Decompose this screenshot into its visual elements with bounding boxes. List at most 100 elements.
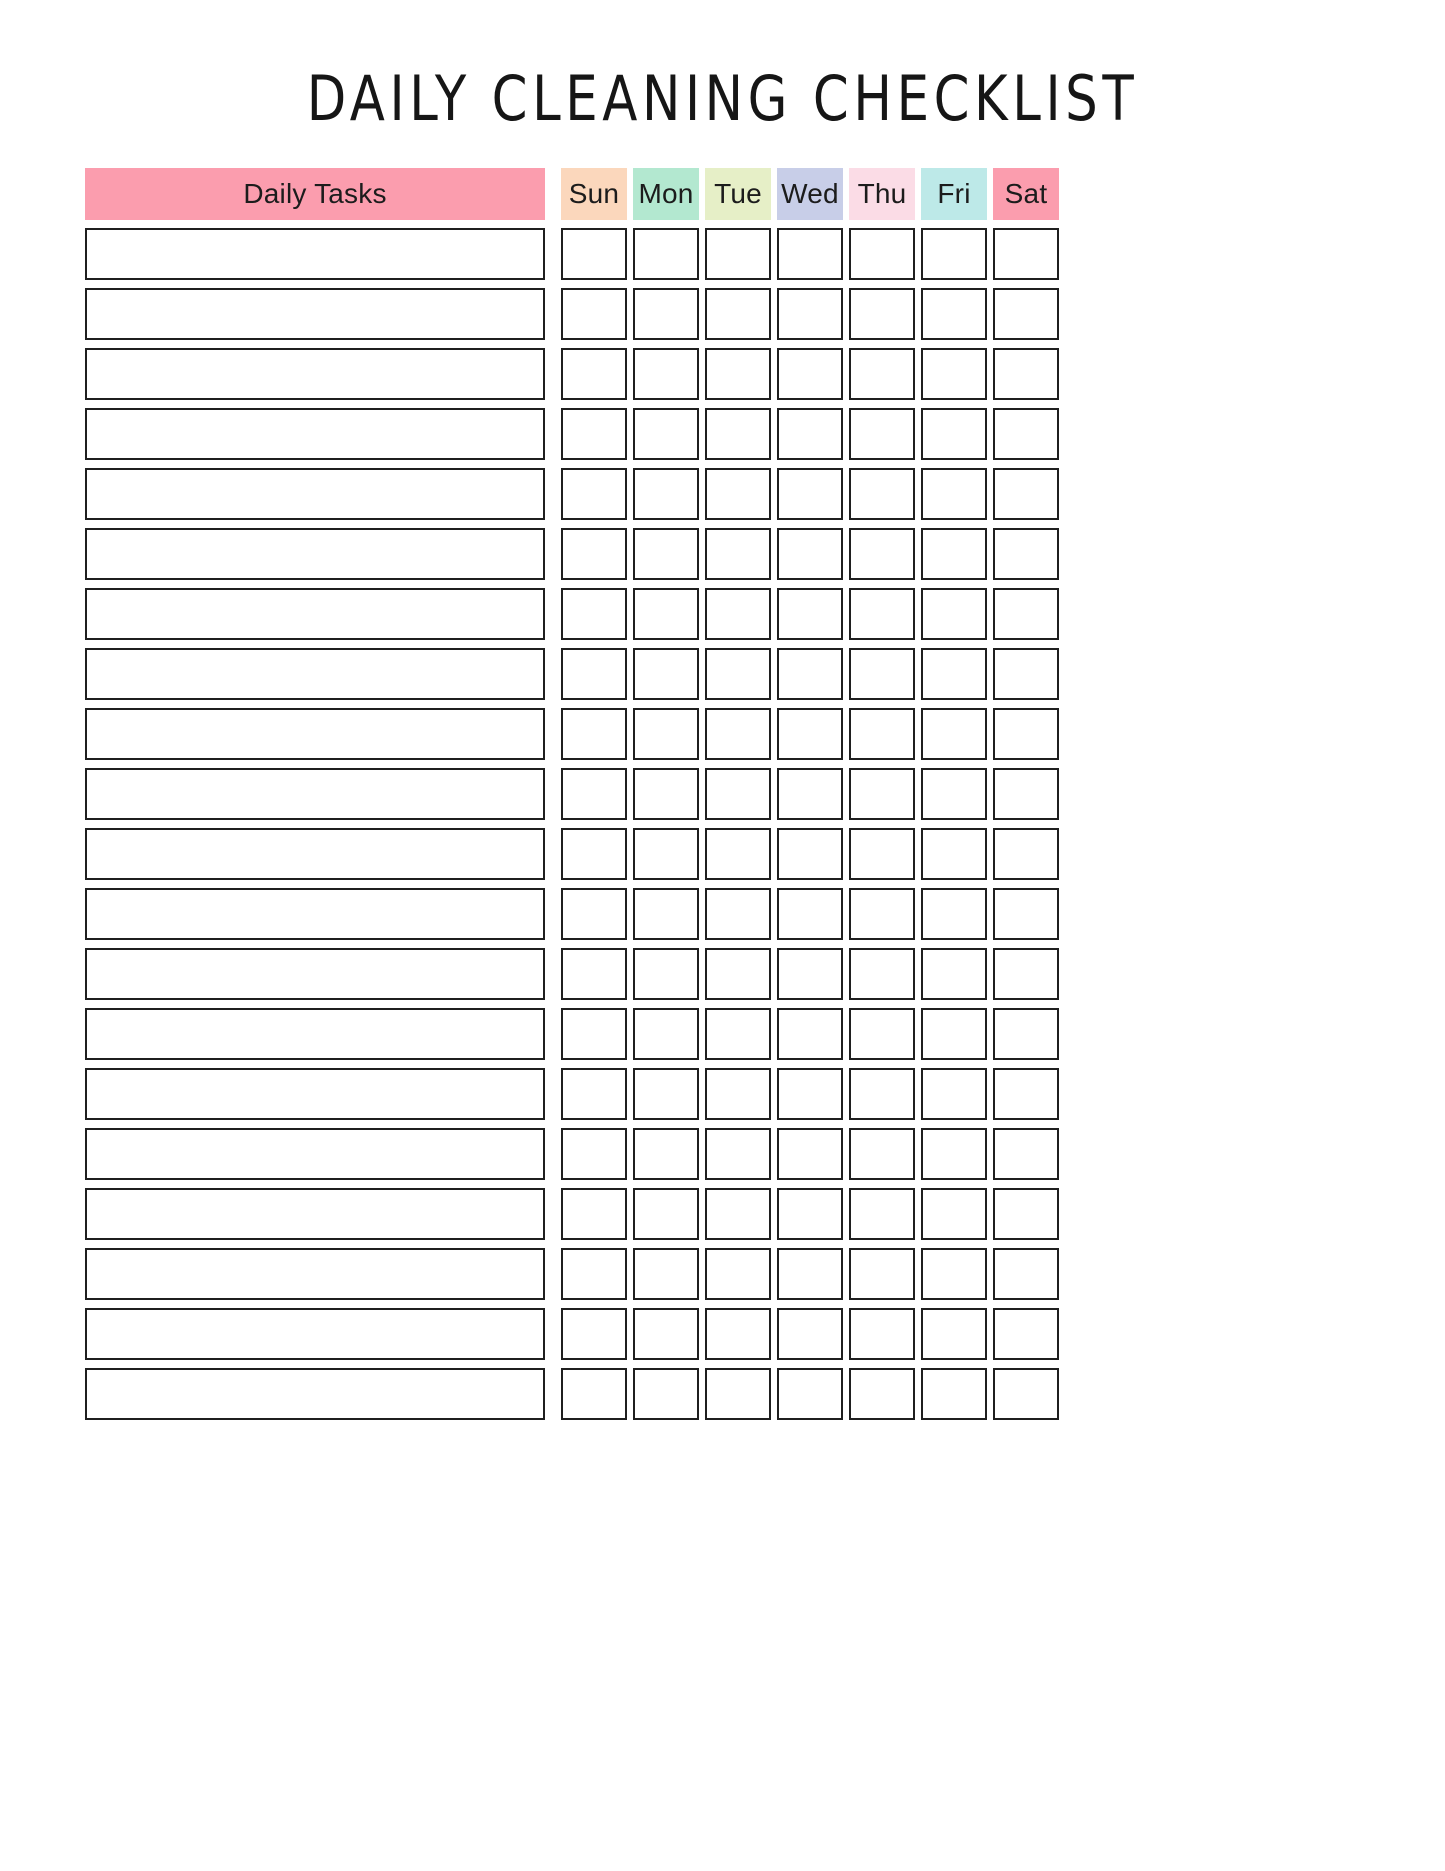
checkbox-cell-sat-row-3[interactable]	[993, 348, 1059, 400]
checkbox-cell-tue-row-1[interactable]	[705, 228, 771, 280]
checkbox-cell-sun-row-15[interactable]	[561, 1068, 627, 1120]
checkbox-cell-mon-row-20[interactable]	[633, 1368, 699, 1420]
checkbox-cell-fri-row-7[interactable]	[921, 588, 987, 640]
checkbox-cell-sat-row-4[interactable]	[993, 408, 1059, 460]
checkbox-cell-wed-row-7[interactable]	[777, 588, 843, 640]
checkbox-cell-tue-row-12[interactable]	[705, 888, 771, 940]
checkbox-cell-wed-row-19[interactable]	[777, 1308, 843, 1360]
checkbox-cell-fri-row-5[interactable]	[921, 468, 987, 520]
checkbox-cell-tue-row-5[interactable]	[705, 468, 771, 520]
checkbox-cell-thu-row-7[interactable]	[849, 588, 915, 640]
task-input-row-5[interactable]	[85, 468, 545, 520]
checkbox-cell-tue-row-18[interactable]	[705, 1248, 771, 1300]
checkbox-cell-tue-row-7[interactable]	[705, 588, 771, 640]
task-input-row-4[interactable]	[85, 408, 545, 460]
checkbox-cell-fri-row-12[interactable]	[921, 888, 987, 940]
checkbox-cell-fri-row-16[interactable]	[921, 1128, 987, 1180]
checkbox-cell-fri-row-6[interactable]	[921, 528, 987, 580]
checkbox-cell-tue-row-10[interactable]	[705, 768, 771, 820]
checkbox-cell-thu-row-4[interactable]	[849, 408, 915, 460]
checkbox-cell-tue-row-14[interactable]	[705, 1008, 771, 1060]
task-input-row-13[interactable]	[85, 948, 545, 1000]
checkbox-cell-thu-row-15[interactable]	[849, 1068, 915, 1120]
checkbox-cell-tue-row-20[interactable]	[705, 1368, 771, 1420]
checkbox-cell-fri-row-3[interactable]	[921, 348, 987, 400]
checkbox-cell-mon-row-7[interactable]	[633, 588, 699, 640]
checkbox-cell-wed-row-13[interactable]	[777, 948, 843, 1000]
checkbox-cell-sun-row-10[interactable]	[561, 768, 627, 820]
checkbox-cell-thu-row-13[interactable]	[849, 948, 915, 1000]
checkbox-cell-sun-row-20[interactable]	[561, 1368, 627, 1420]
checkbox-cell-sun-row-8[interactable]	[561, 648, 627, 700]
checkbox-cell-sun-row-19[interactable]	[561, 1308, 627, 1360]
checkbox-cell-sat-row-12[interactable]	[993, 888, 1059, 940]
checkbox-cell-sat-row-11[interactable]	[993, 828, 1059, 880]
checkbox-cell-thu-row-5[interactable]	[849, 468, 915, 520]
task-input-row-20[interactable]	[85, 1368, 545, 1420]
checkbox-cell-sat-row-1[interactable]	[993, 228, 1059, 280]
checkbox-cell-sat-row-20[interactable]	[993, 1368, 1059, 1420]
checkbox-cell-thu-row-14[interactable]	[849, 1008, 915, 1060]
checkbox-cell-wed-row-5[interactable]	[777, 468, 843, 520]
checkbox-cell-tue-row-17[interactable]	[705, 1188, 771, 1240]
task-input-row-7[interactable]	[85, 588, 545, 640]
checkbox-cell-fri-row-2[interactable]	[921, 288, 987, 340]
checkbox-cell-sun-row-1[interactable]	[561, 228, 627, 280]
checkbox-cell-fri-row-13[interactable]	[921, 948, 987, 1000]
checkbox-cell-mon-row-9[interactable]	[633, 708, 699, 760]
checkbox-cell-thu-row-16[interactable]	[849, 1128, 915, 1180]
checkbox-cell-sun-row-4[interactable]	[561, 408, 627, 460]
checkbox-cell-fri-row-11[interactable]	[921, 828, 987, 880]
checkbox-cell-wed-row-10[interactable]	[777, 768, 843, 820]
checkbox-cell-wed-row-9[interactable]	[777, 708, 843, 760]
task-input-row-11[interactable]	[85, 828, 545, 880]
checkbox-cell-sat-row-8[interactable]	[993, 648, 1059, 700]
checkbox-cell-wed-row-18[interactable]	[777, 1248, 843, 1300]
task-input-row-8[interactable]	[85, 648, 545, 700]
checkbox-cell-fri-row-17[interactable]	[921, 1188, 987, 1240]
checkbox-cell-tue-row-15[interactable]	[705, 1068, 771, 1120]
checkbox-cell-sun-row-17[interactable]	[561, 1188, 627, 1240]
checkbox-cell-thu-row-8[interactable]	[849, 648, 915, 700]
checkbox-cell-mon-row-3[interactable]	[633, 348, 699, 400]
checkbox-cell-wed-row-6[interactable]	[777, 528, 843, 580]
checkbox-cell-mon-row-15[interactable]	[633, 1068, 699, 1120]
checkbox-cell-fri-row-20[interactable]	[921, 1368, 987, 1420]
checkbox-cell-thu-row-9[interactable]	[849, 708, 915, 760]
checkbox-cell-tue-row-3[interactable]	[705, 348, 771, 400]
checkbox-cell-tue-row-9[interactable]	[705, 708, 771, 760]
checkbox-cell-sat-row-9[interactable]	[993, 708, 1059, 760]
task-input-row-3[interactable]	[85, 348, 545, 400]
checkbox-cell-wed-row-11[interactable]	[777, 828, 843, 880]
checkbox-cell-sun-row-2[interactable]	[561, 288, 627, 340]
checkbox-cell-thu-row-12[interactable]	[849, 888, 915, 940]
checkbox-cell-mon-row-13[interactable]	[633, 948, 699, 1000]
checkbox-cell-wed-row-2[interactable]	[777, 288, 843, 340]
checkbox-cell-tue-row-2[interactable]	[705, 288, 771, 340]
checkbox-cell-sat-row-13[interactable]	[993, 948, 1059, 1000]
task-input-row-10[interactable]	[85, 768, 545, 820]
checkbox-cell-sat-row-7[interactable]	[993, 588, 1059, 640]
checkbox-cell-mon-row-6[interactable]	[633, 528, 699, 580]
checkbox-cell-sun-row-14[interactable]	[561, 1008, 627, 1060]
checkbox-cell-sun-row-9[interactable]	[561, 708, 627, 760]
checkbox-cell-thu-row-18[interactable]	[849, 1248, 915, 1300]
checkbox-cell-mon-row-17[interactable]	[633, 1188, 699, 1240]
checkbox-cell-wed-row-12[interactable]	[777, 888, 843, 940]
checkbox-cell-tue-row-16[interactable]	[705, 1128, 771, 1180]
checkbox-cell-wed-row-20[interactable]	[777, 1368, 843, 1420]
checkbox-cell-sun-row-11[interactable]	[561, 828, 627, 880]
checkbox-cell-wed-row-17[interactable]	[777, 1188, 843, 1240]
checkbox-cell-thu-row-6[interactable]	[849, 528, 915, 580]
checkbox-cell-mon-row-18[interactable]	[633, 1248, 699, 1300]
checkbox-cell-wed-row-16[interactable]	[777, 1128, 843, 1180]
checkbox-cell-fri-row-1[interactable]	[921, 228, 987, 280]
checkbox-cell-tue-row-19[interactable]	[705, 1308, 771, 1360]
task-input-row-14[interactable]	[85, 1008, 545, 1060]
checkbox-cell-sat-row-14[interactable]	[993, 1008, 1059, 1060]
checkbox-cell-wed-row-15[interactable]	[777, 1068, 843, 1120]
checkbox-cell-sun-row-7[interactable]	[561, 588, 627, 640]
checkbox-cell-fri-row-4[interactable]	[921, 408, 987, 460]
checkbox-cell-sun-row-12[interactable]	[561, 888, 627, 940]
checkbox-cell-mon-row-1[interactable]	[633, 228, 699, 280]
